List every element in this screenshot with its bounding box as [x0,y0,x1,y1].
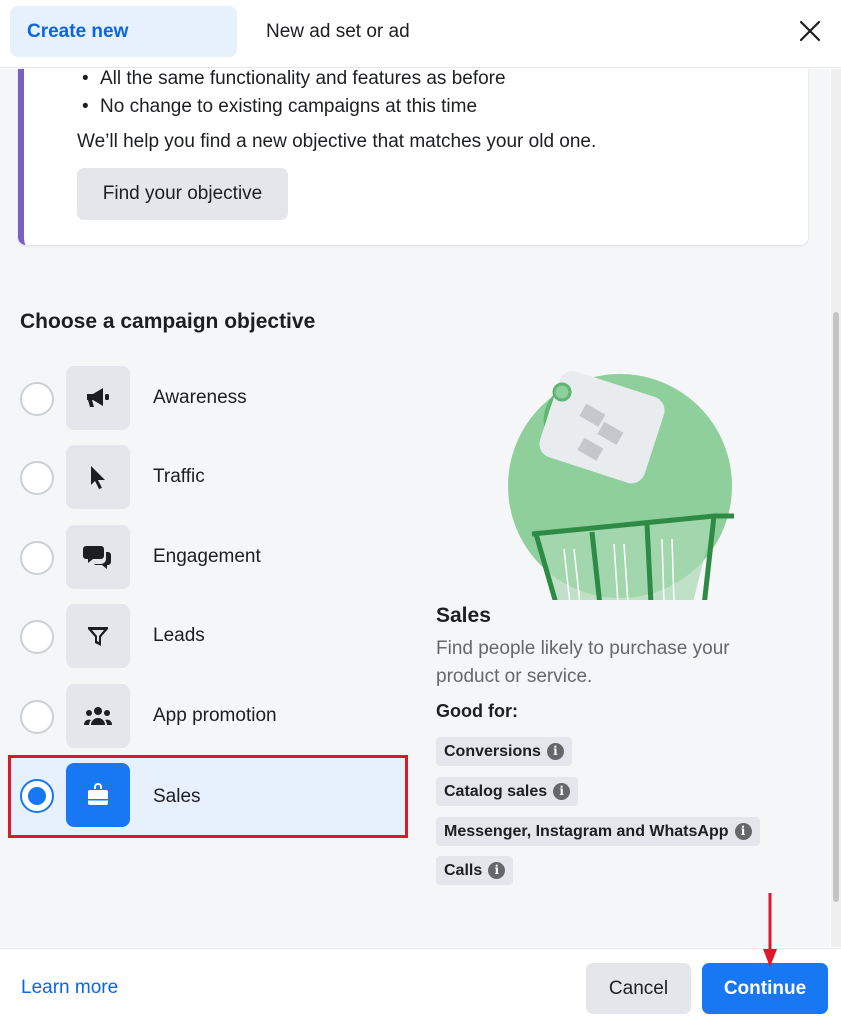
objective-detail-title: Sales [436,604,491,627]
funnel-icon [66,604,130,668]
info-icon[interactable]: i [546,743,564,760]
scrollbar[interactable] [831,69,841,947]
chat-bubbles-icon [66,525,130,589]
people-icon [66,684,130,748]
tab-create-new-campaign[interactable]: Create new campaign [10,6,237,93]
chip-label: Calls [444,862,483,879]
objective-detail-description: Find people likely to purchase your prod… [436,638,730,687]
objective-awareness[interactable]: Awareness [10,359,406,437]
objective-traffic[interactable]: Traffic [10,438,406,516]
objective-sales[interactable]: Sales [8,755,408,838]
radio-button[interactable] [20,382,54,416]
objective-label: App promotion [153,705,277,726]
radio-button-selected[interactable] [20,779,54,813]
cancel-button[interactable]: Cancel [586,963,691,1014]
objective-label: Sales [153,786,201,807]
objective-label: Engagement [153,546,261,567]
megaphone-icon [66,366,130,430]
cursor-icon [66,445,130,509]
objective-label: Awareness [153,387,247,408]
objective-leads[interactable]: Leads [10,597,406,675]
objective-app-promotion[interactable]: App promotion [10,677,406,755]
dialog-footer: Learn more Cancel Continue [0,948,841,1024]
chip-label: Messenger, Instagram and WhatsApp [444,823,729,840]
good-for-chip: Messenger, Instagram and WhatsApp i [436,817,760,846]
radio-button[interactable] [20,620,54,654]
info-text: We’ll help you find a new objective that… [77,131,597,152]
info-bullet: • No change to existing campaigns at this… [82,96,478,117]
info-bullet-list: • All the same functionality and features… [82,69,506,121]
radio-button[interactable] [20,461,54,495]
info-icon[interactable]: i [553,783,571,800]
dialog-header: Create new campaign New ad set or ad [0,0,841,93]
good-for-label: Good for: [436,701,518,721]
objective-label: Leads [153,625,205,646]
good-for-chip: Calls i [436,856,514,885]
dialog-body: • All the same functionality and features… [0,69,830,947]
sales-illustration [508,371,734,600]
chip-label: Catalog sales [444,783,548,800]
info-bullet: • All the same functionality and features… [82,69,506,89]
shopping-bag-icon [66,763,130,827]
good-for-chip: Catalog sales i [436,777,579,806]
close-icon[interactable] [797,18,823,44]
scrollbar-thumb[interactable] [833,312,839,902]
radio-button[interactable] [20,541,54,575]
red-arrow-annotation-icon [763,893,777,967]
radio-button[interactable] [20,700,54,734]
chip-label: Conversions [444,743,541,760]
info-icon[interactable]: i [488,862,506,879]
info-icon[interactable]: i [734,823,752,840]
section-title: Choose a campaign objective [20,310,316,333]
learn-more-link[interactable]: Learn more [21,977,118,999]
objective-engagement[interactable]: Engagement [10,518,406,596]
find-your-objective-button[interactable]: Find your objective [77,168,288,220]
continue-button[interactable]: Continue [702,963,828,1014]
info-card: • All the same functionality and features… [18,69,808,245]
objective-label: Traffic [153,466,205,487]
tab-new-ad-set-or-ad[interactable]: New ad set or ad [249,6,427,57]
good-for-chip: Conversions i [436,737,572,766]
